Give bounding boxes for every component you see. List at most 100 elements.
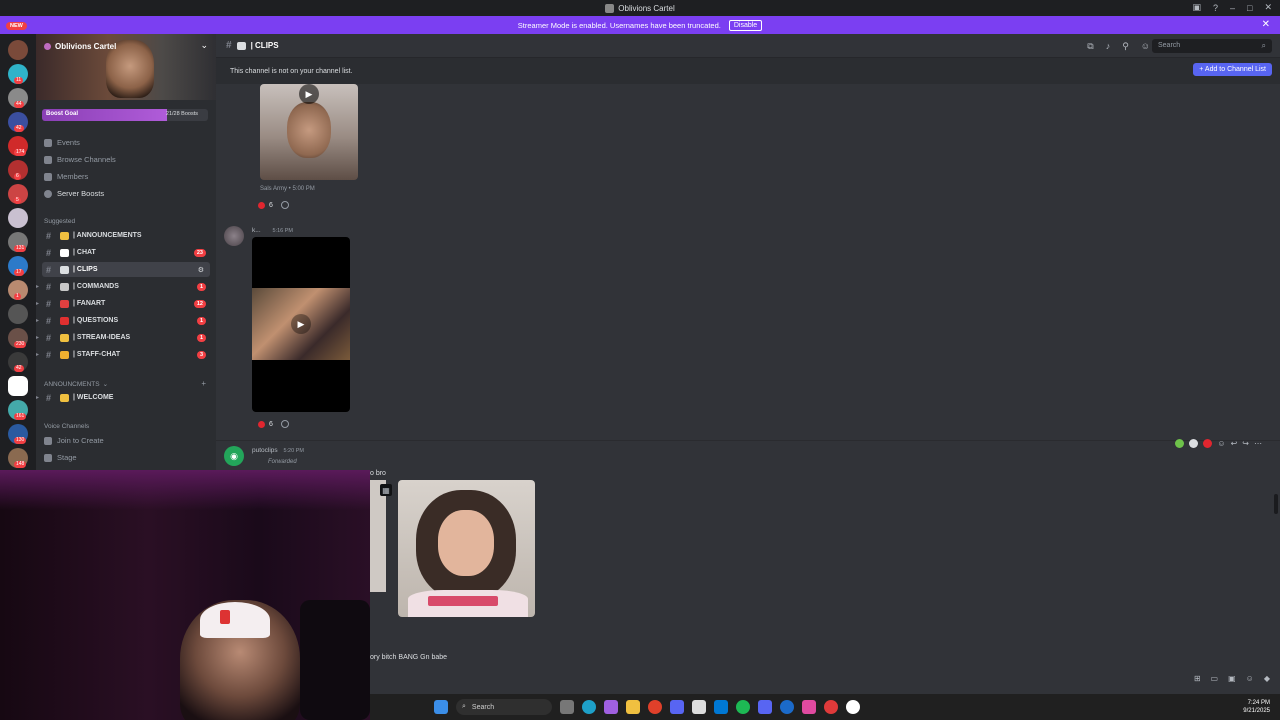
- play-icon[interactable]: ▶: [291, 314, 311, 334]
- channel-commands[interactable]: ▸ # | COMMANDS 1: [36, 279, 210, 294]
- add-reaction-icon[interactable]: [280, 201, 289, 209]
- channel-questions[interactable]: ▸ # | QUESTIONS 1: [36, 313, 210, 328]
- reaction[interactable]: 6: [258, 420, 273, 428]
- add-to-channel-list-button[interactable]: + Add to Channel List: [1193, 63, 1272, 76]
- discord-icon[interactable]: [670, 700, 684, 714]
- server-badge: 17: [14, 269, 24, 276]
- sticker-icon[interactable]: ▣: [1228, 674, 1236, 683]
- nav-browse-channels[interactable]: Browse Channels: [44, 155, 116, 164]
- message-author[interactable]: putoclips 5:20 PM: [252, 447, 304, 454]
- task-view-icon[interactable]: [560, 700, 574, 714]
- avatar[interactable]: [224, 226, 244, 246]
- server-name[interactable]: Oblivions Cartel: [44, 42, 116, 51]
- media-player-icon[interactable]: [846, 700, 860, 714]
- server-icon[interactable]: [8, 208, 28, 228]
- channel-settings-icon[interactable]: ⚙: [198, 266, 204, 274]
- outlook-icon[interactable]: [714, 700, 728, 714]
- forward-icon[interactable]: ↪: [1242, 439, 1249, 448]
- video-attachment[interactable]: ▶: [260, 84, 358, 180]
- mute-bell-icon[interactable]: ♪: [1106, 41, 1111, 52]
- member-list-icon[interactable]: ☺: [1141, 41, 1150, 52]
- section-voice-label: Voice Channels: [44, 423, 90, 430]
- help-icon[interactable]: ?: [1213, 3, 1218, 13]
- spotify-icon[interactable]: [736, 700, 750, 714]
- gift-icon[interactable]: ⊞: [1194, 674, 1201, 683]
- channel-welcome[interactable]: ▸ # | WELCOME: [36, 390, 210, 405]
- more-icon[interactable]: ⋯: [1254, 439, 1262, 448]
- server-icon[interactable]: [8, 376, 28, 396]
- pin-icon[interactable]: ⚲: [1122, 41, 1129, 52]
- nav-events[interactable]: Events: [44, 138, 80, 147]
- close-window-icon[interactable]: ✕: [1264, 2, 1272, 13]
- add-reaction-icon[interactable]: [280, 420, 289, 428]
- add-channel-icon[interactable]: +: [201, 379, 206, 388]
- image-attachment[interactable]: [398, 480, 535, 617]
- lock-icon: [60, 350, 69, 359]
- reaction-frog-icon[interactable]: [1175, 439, 1185, 448]
- server-banner[interactable]: Oblivions Cartel ⌄: [36, 34, 216, 100]
- message-composer[interactable]: ⊞ ▭ ▣ ☺ ◆: [370, 670, 1280, 694]
- windows-start-icon[interactable]: [434, 700, 448, 714]
- channel-staff-chat[interactable]: ▸ # | STAFF-CHAT 3: [36, 347, 210, 362]
- reaction[interactable]: 6: [258, 201, 273, 209]
- emoji-icon[interactable]: ☺: [1246, 674, 1254, 683]
- threads-icon[interactable]: ⧉: [1087, 41, 1093, 52]
- scrollbar[interactable]: [1274, 494, 1278, 514]
- apps-icon[interactable]: ◆: [1264, 674, 1270, 683]
- maximize-icon[interactable]: □: [1247, 3, 1252, 13]
- message-author[interactable]: k... 5:16 PM: [252, 227, 293, 234]
- copilot-icon[interactable]: [604, 700, 618, 714]
- app-icon[interactable]: [802, 700, 816, 714]
- channel-title: # | CLIPS: [226, 40, 279, 51]
- disable-streamer-mode-button[interactable]: Disable: [728, 19, 763, 31]
- grid-icon[interactable]: ▦: [380, 484, 392, 496]
- channel-stream-ideas[interactable]: ▸ # | STREAM-IDEAS 1: [36, 330, 210, 345]
- nav-members[interactable]: Members: [44, 172, 88, 181]
- chevron-down-icon[interactable]: ⌄: [200, 40, 208, 51]
- boost-goal-bar[interactable]: Boost Goal 21/28 Boosts: [42, 109, 208, 121]
- avatar[interactable]: ◉: [224, 446, 244, 466]
- channel-chat[interactable]: # | CHAT 23: [42, 245, 210, 260]
- chrome-icon[interactable]: [648, 700, 662, 714]
- section-announcements[interactable]: ANNOUNCMENTS ⌄: [44, 380, 108, 389]
- app-icon[interactable]: [824, 700, 838, 714]
- forward-source-meta[interactable]: Sals Army • 5:00 PM: [260, 186, 315, 192]
- search-input[interactable]: Search ⌕: [1152, 39, 1272, 53]
- message-text: o bro: [370, 470, 386, 477]
- unread-badge: 1: [196, 282, 206, 291]
- section-suggested[interactable]: Suggested: [44, 218, 75, 225]
- channel-fanart[interactable]: ▸ # | FANART 12: [36, 296, 210, 311]
- video-attachment[interactable]: ▶: [252, 237, 350, 412]
- reaction-skull-icon[interactable]: [1189, 439, 1199, 448]
- file-explorer-icon[interactable]: [626, 700, 640, 714]
- voice-stage[interactable]: Stage: [44, 453, 77, 462]
- webcam-chair: [300, 600, 370, 720]
- taskbar-search[interactable]: ⌕ Search: [456, 699, 552, 715]
- reaction-heart-icon[interactable]: [1203, 439, 1213, 448]
- server-icon[interactable]: [8, 40, 28, 60]
- edge-icon[interactable]: [582, 700, 596, 714]
- minimize-icon[interactable]: –: [1230, 3, 1235, 13]
- gif-icon[interactable]: ▭: [1211, 674, 1219, 683]
- channel-announcements[interactable]: # | ANNOUNCEMENTS: [42, 228, 210, 243]
- close-banner-icon[interactable]: ✕: [1262, 19, 1270, 30]
- store-icon[interactable]: [692, 700, 706, 714]
- server-icon[interactable]: [8, 304, 28, 324]
- discord-alt-icon[interactable]: [758, 700, 772, 714]
- add-reaction-icon[interactable]: ☺: [1217, 439, 1225, 448]
- reply-icon[interactable]: ↩: [1231, 439, 1238, 448]
- taskbar-clock[interactable]: 7:24 PM 9/21/2025: [1243, 699, 1270, 715]
- message-list[interactable]: ▶ Sals Army • 5:00 PM 6 k... 5:16 PM ▶ 6…: [216, 84, 1280, 670]
- image-attachment[interactable]: [370, 480, 386, 592]
- message-timestamp: 5:16 PM: [272, 228, 293, 234]
- steam-icon[interactable]: [780, 700, 794, 714]
- server-badge: 230: [14, 341, 27, 348]
- inbox-icon[interactable]: ▣: [1192, 2, 1201, 13]
- channel-clips[interactable]: # | CLIPS ⚙: [42, 262, 210, 277]
- boost-icon: [44, 189, 52, 198]
- bell-icon: [60, 231, 69, 240]
- nav-server-boosts[interactable]: Server Boosts: [44, 189, 104, 198]
- play-icon[interactable]: ▶: [299, 84, 319, 104]
- section-voice-channels[interactable]: Voice Channels: [44, 423, 89, 430]
- voice-join-to-create[interactable]: Join to Create: [44, 436, 104, 445]
